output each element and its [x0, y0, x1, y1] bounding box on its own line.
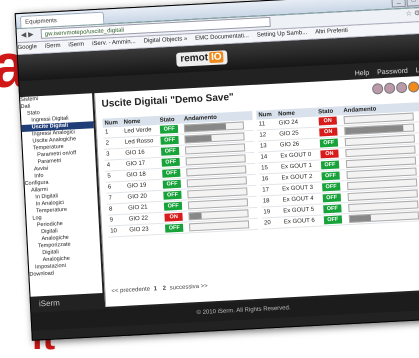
- star-icon[interactable]: ☆ ⚙: [406, 9, 419, 18]
- outputs-table-right: Num Nome Stato Andamento 11GIO 24ON12GIO…: [256, 102, 419, 230]
- pagination: << precedente 1 2 successiva >>: [111, 284, 208, 295]
- prev-link[interactable]: << precedente: [111, 287, 150, 295]
- top-menu-link[interactable]: Help: [355, 70, 370, 78]
- row-state-cell: OFF: [163, 222, 188, 234]
- minimize-button[interactable]: _: [391, 0, 406, 7]
- trend-fill: [185, 123, 226, 131]
- toolbar-circles: [372, 81, 419, 94]
- trend-fill: [190, 213, 202, 220]
- state-toggle[interactable]: OFF: [321, 171, 339, 180]
- state-toggle[interactable]: OFF: [161, 136, 179, 145]
- trend-bar: [349, 211, 419, 223]
- remotio-logo: remotIO: [176, 50, 228, 67]
- window-controls: _ □ x: [391, 0, 419, 7]
- trend-fill: [345, 125, 403, 134]
- trend-bar: [189, 220, 249, 231]
- state-toggle[interactable]: OFF: [320, 139, 338, 148]
- refresh-icon[interactable]: [408, 81, 419, 93]
- state-toggle[interactable]: OFF: [324, 215, 342, 224]
- next-link[interactable]: successiva >>: [170, 284, 208, 292]
- row-num: 20: [262, 217, 282, 229]
- browser-window: Equipments _ □ x ◀ ▶ gw.iservmotepo/usci…: [0, 0, 419, 341]
- page-title: Uscite Digitali "Demo Save": [101, 92, 234, 110]
- bookmark-item[interactable]: iSerm: [68, 42, 84, 49]
- page-2-link[interactable]: 2: [163, 286, 167, 292]
- window-frame: Equipments _ □ x ◀ ▶ gw.iservmotepo/usci…: [15, 0, 419, 341]
- state-toggle[interactable]: OFF: [323, 193, 341, 202]
- row-state-cell: OFF: [322, 214, 348, 226]
- state-toggle[interactable]: OFF: [323, 204, 341, 213]
- bookmark-item[interactable]: Digital Objects »: [143, 36, 187, 44]
- sidebar-tree: SistemiDatiStatoIngressi DigitaliUscite …: [20, 93, 102, 296]
- circle-button[interactable]: [396, 82, 408, 94]
- state-toggle[interactable]: OFF: [162, 169, 180, 178]
- trend-fill: [350, 215, 371, 222]
- outputs-table-left: Num Nome Stato Andamento 1Led VerdeOFF2L…: [102, 111, 258, 238]
- main-panel: Uscite Digitali "Demo Save" Num Nome Sta…: [94, 75, 419, 307]
- state-toggle[interactable]: ON: [320, 150, 338, 159]
- row-num: 10: [108, 225, 128, 237]
- top-menu-link[interactable]: Password: [377, 68, 408, 77]
- state-toggle[interactable]: OFF: [162, 158, 180, 167]
- state-toggle[interactable]: ON: [165, 213, 183, 222]
- row-name: Ex GOUT 6: [282, 215, 323, 228]
- state-toggle[interactable]: ON: [318, 117, 336, 126]
- state-toggle[interactable]: OFF: [322, 182, 340, 191]
- row-name: GIO 23: [127, 223, 164, 236]
- row-trend-cell: [187, 218, 258, 233]
- back-forward-icon[interactable]: ◀ ▶: [21, 30, 34, 39]
- circle-button[interactable]: [372, 83, 384, 95]
- state-toggle[interactable]: ON: [319, 128, 337, 137]
- circle-button[interactable]: [384, 82, 396, 94]
- bookmark-item[interactable]: Google: [17, 44, 37, 51]
- bookmark-item[interactable]: Altri Preferiti: [315, 28, 348, 36]
- bookmark-item[interactable]: iServ. - Ammin...: [92, 39, 136, 47]
- trend-fill: [186, 135, 212, 142]
- state-toggle[interactable]: OFF: [165, 224, 183, 233]
- bookmark-item[interactable]: EMC Documentati...: [195, 33, 249, 42]
- bookmark-item[interactable]: Setting Up Samb...: [257, 30, 308, 39]
- state-toggle[interactable]: OFF: [321, 160, 339, 169]
- maximize-button[interactable]: □: [406, 0, 419, 7]
- state-toggle[interactable]: OFF: [163, 191, 181, 200]
- app-area: remotIO HelpPasswordLogout SistemiDatiSt…: [18, 33, 419, 340]
- state-toggle[interactable]: OFF: [160, 125, 178, 134]
- state-toggle[interactable]: OFF: [163, 180, 181, 189]
- state-toggle[interactable]: OFF: [161, 147, 179, 156]
- bookmark-item[interactable]: iSerm: [45, 43, 61, 50]
- state-toggle[interactable]: OFF: [164, 202, 182, 211]
- page-1-link[interactable]: 1: [154, 286, 158, 292]
